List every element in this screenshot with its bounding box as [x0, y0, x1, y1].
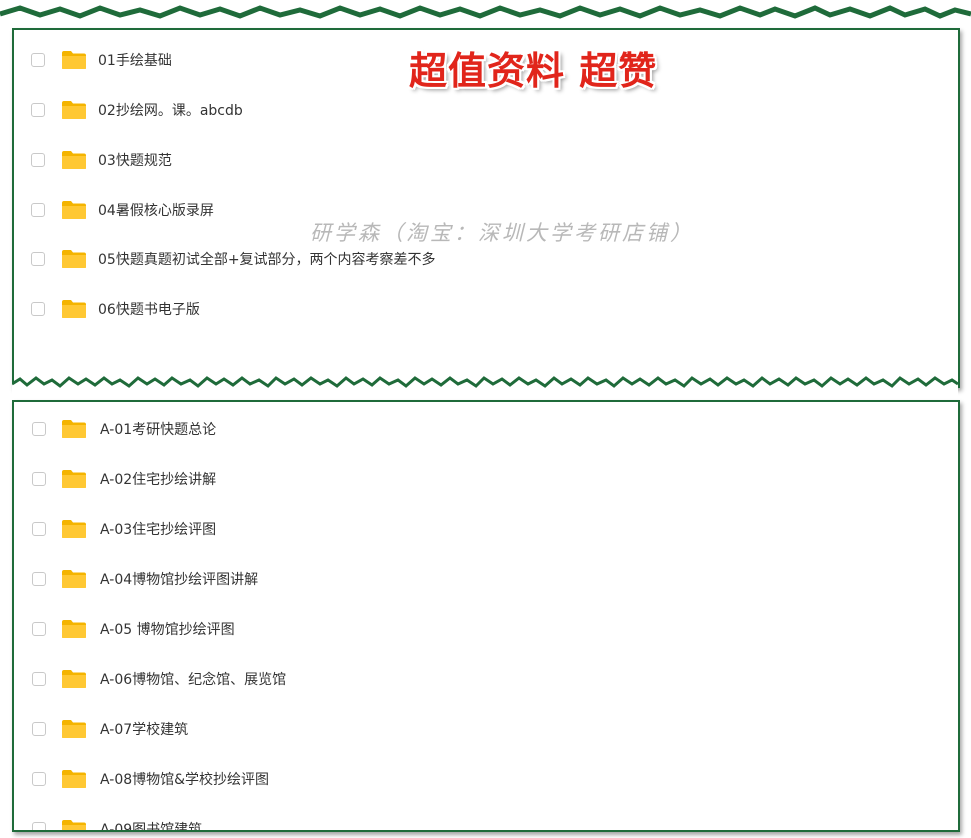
folder-name[interactable]: A-02住宅抄绘讲解 [100, 469, 216, 489]
list-item[interactable]: A-02住宅抄绘讲解 [14, 464, 958, 494]
list-item[interactable]: A-06博物馆、纪念馆、展览馆 [14, 664, 958, 694]
list-item[interactable]: 03快题规范 [14, 145, 958, 175]
select-checkbox[interactable] [32, 472, 46, 486]
folder-icon [61, 519, 87, 539]
folder-icon [61, 419, 87, 439]
folder-icon [61, 299, 87, 319]
select-checkbox[interactable] [32, 672, 46, 686]
select-checkbox[interactable] [31, 252, 45, 266]
folder-name[interactable]: A-05 博物馆抄绘评图 [100, 619, 235, 639]
folder-name[interactable]: A-09图书馆建筑 [100, 819, 202, 830]
list-item[interactable]: 04暑假核心版录屏 [14, 195, 958, 225]
select-checkbox[interactable] [31, 302, 45, 316]
torn-top-strip [0, 0, 971, 30]
list-item[interactable]: 05快题真题初试全部+复试部分，两个内容考察差不多 [14, 244, 958, 274]
select-checkbox[interactable] [31, 153, 45, 167]
select-checkbox[interactable] [32, 422, 46, 436]
folder-name[interactable]: A-08博物馆&学校抄绘评图 [100, 769, 269, 789]
folder-icon [61, 669, 87, 689]
select-checkbox[interactable] [32, 822, 46, 830]
list-item[interactable]: A-04博物馆抄绘评图讲解 [14, 564, 958, 594]
folder-icon [61, 50, 87, 70]
folder-name[interactable]: 06快题书电子版 [98, 299, 200, 319]
list-item[interactable]: A-03住宅抄绘评图 [14, 514, 958, 544]
folder-icon [61, 100, 87, 120]
folder-name[interactable]: A-06博物馆、纪念馆、展览馆 [100, 669, 286, 689]
folder-list-panel-top: 超值资料 超赞 研学森（淘宝：深圳大学考研店铺） 01手绘基础 02抄绘网。课。… [12, 28, 960, 388]
folder-name[interactable]: A-04博物馆抄绘评图讲解 [100, 569, 258, 589]
list-item[interactable]: A-01考研快题总论 [14, 414, 958, 444]
folder-icon [61, 819, 87, 830]
select-checkbox[interactable] [31, 53, 45, 67]
folder-name[interactable]: 05快题真题初试全部+复试部分，两个内容考察差不多 [98, 249, 436, 269]
folder-name[interactable]: 01手绘基础 [98, 50, 172, 70]
folder-list-panel-bottom: A-01考研快题总论 A-02住宅抄绘讲解 A-03住宅抄绘评图 A-04博物馆… [12, 400, 960, 832]
folder-icon [61, 719, 87, 739]
folder-icon [61, 769, 87, 789]
list-item[interactable]: 06快题书电子版 [14, 294, 958, 324]
folder-icon [61, 619, 87, 639]
list-item[interactable]: 02抄绘网。课。abcdb [14, 95, 958, 125]
select-checkbox[interactable] [32, 622, 46, 636]
folder-icon [61, 150, 87, 170]
folder-name[interactable]: A-07学校建筑 [100, 719, 188, 739]
folder-name[interactable]: 03快题规范 [98, 150, 172, 170]
torn-edge-divider [12, 372, 958, 402]
select-checkbox[interactable] [32, 772, 46, 786]
list-item[interactable]: A-07学校建筑 [14, 714, 958, 744]
folder-icon [61, 249, 87, 269]
select-checkbox[interactable] [31, 103, 45, 117]
list-item[interactable]: 01手绘基础 [14, 45, 958, 75]
select-checkbox[interactable] [32, 522, 46, 536]
list-item[interactable]: A-08博物馆&学校抄绘评图 [14, 764, 958, 794]
select-checkbox[interactable] [32, 722, 46, 736]
select-checkbox[interactable] [32, 572, 46, 586]
folder-icon [61, 200, 87, 220]
select-checkbox[interactable] [31, 203, 45, 217]
folder-name[interactable]: A-03住宅抄绘评图 [100, 519, 216, 539]
list-item[interactable]: A-05 博物馆抄绘评图 [14, 614, 958, 644]
folder-icon [61, 469, 87, 489]
folder-name[interactable]: 02抄绘网。课。abcdb [98, 100, 243, 120]
list-item[interactable]: A-09图书馆建筑 [14, 814, 958, 830]
folder-name[interactable]: 04暑假核心版录屏 [98, 200, 214, 220]
folder-name[interactable]: A-01考研快题总论 [100, 419, 216, 439]
folder-icon [61, 569, 87, 589]
